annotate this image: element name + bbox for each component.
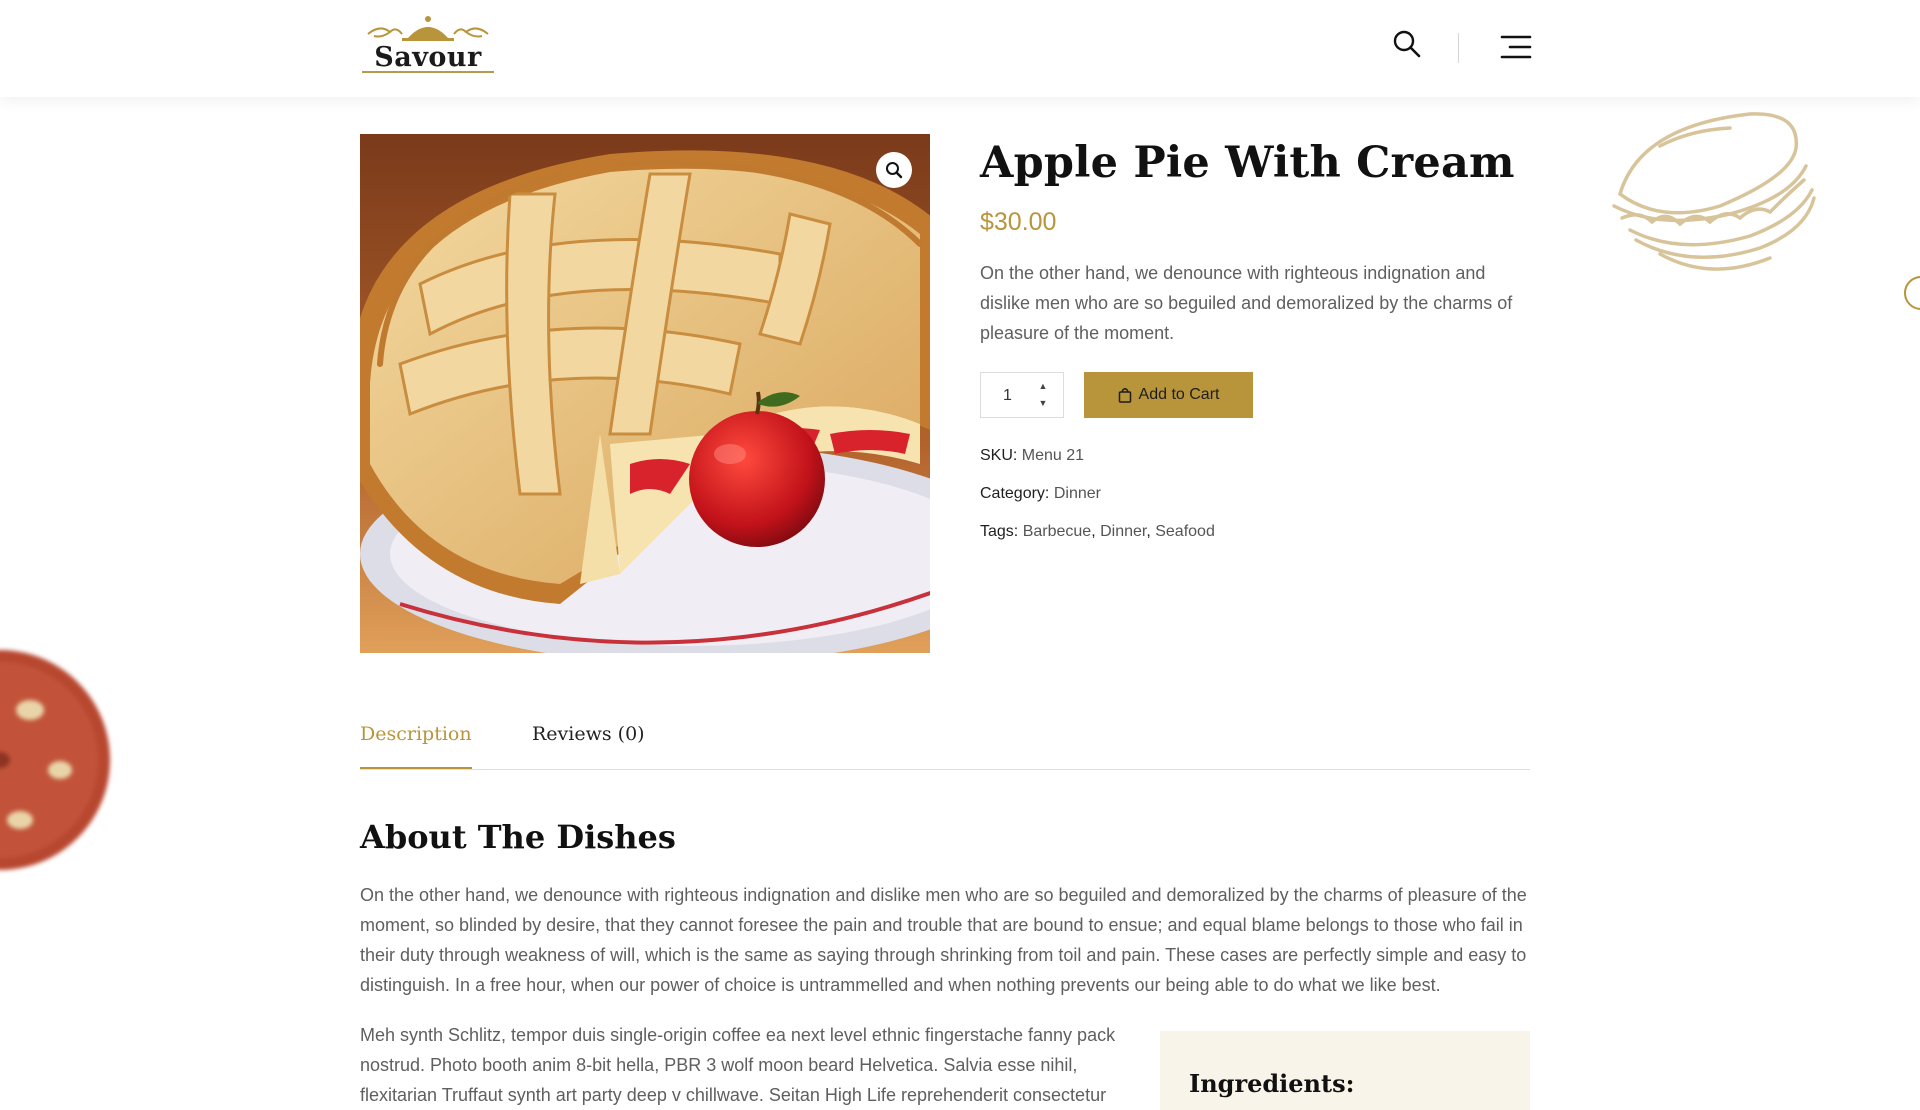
ingredients-heading: Ingredients: bbox=[1189, 1069, 1355, 1098]
tab-reviews[interactable]: Reviews (0) bbox=[532, 723, 645, 745]
zoom-icon bbox=[886, 162, 903, 179]
add-to-cart-label: Add to Cart bbox=[1138, 386, 1220, 403]
bag-icon bbox=[1118, 388, 1131, 403]
cloche-logo-icon bbox=[367, 16, 489, 41]
product-short-description: On the other hand, we denounce with righ… bbox=[980, 263, 1513, 343]
pizza-illustration bbox=[0, 650, 110, 870]
logo-text: Savour bbox=[374, 42, 482, 73]
product-title: Apple Pie With Cream bbox=[980, 138, 1515, 188]
zoom-button[interactable] bbox=[876, 152, 912, 188]
tag-link[interactable]: Seafood bbox=[1155, 523, 1215, 540]
category-label: Category: bbox=[980, 485, 1050, 502]
side-scroll-button[interactable] bbox=[1904, 276, 1920, 310]
product-image[interactable] bbox=[360, 134, 930, 653]
product-price: $30.00 bbox=[980, 208, 1057, 236]
menu-button[interactable] bbox=[1498, 34, 1532, 60]
about-paragraph: On the other hand, we denounce with righ… bbox=[360, 885, 1527, 995]
product-category: Category: Dinner bbox=[980, 485, 1101, 503]
tag-link[interactable]: Dinner bbox=[1100, 523, 1146, 540]
search-button[interactable] bbox=[1392, 29, 1422, 59]
logo-underline bbox=[362, 71, 494, 73]
tags-label: Tags: bbox=[980, 523, 1019, 540]
product-tabs: Description Reviews (0) bbox=[360, 713, 1530, 770]
quantity-stepper[interactable]: 1 ▲ ▼ bbox=[980, 372, 1064, 418]
quantity-value[interactable]: 1 bbox=[1003, 387, 1012, 405]
sku-label: SKU: bbox=[980, 447, 1018, 464]
add-to-cart-button[interactable]: Add to Cart bbox=[1084, 372, 1253, 418]
tab-description[interactable]: Description bbox=[360, 723, 472, 769]
ingredients-panel: Ingredients: bbox=[1160, 1031, 1530, 1110]
search-icon bbox=[1393, 30, 1421, 58]
product-sku: SKU: Menu 21 bbox=[980, 447, 1084, 465]
sku-value: Menu 21 bbox=[1021, 447, 1085, 464]
secondary-paragraph: Meh synth Schlitz, tempor duis single-or… bbox=[360, 1025, 1116, 1105]
caret-up-icon[interactable]: ▲ bbox=[1031, 379, 1055, 394]
sandwich-illustration bbox=[1612, 112, 1816, 271]
apple-pie-image bbox=[360, 134, 930, 653]
product-tags: Tags: Barbecue, Dinner, Seafood bbox=[980, 523, 1215, 540]
tag-link[interactable]: Barbecue bbox=[1023, 523, 1092, 540]
hamburger-menu-icon bbox=[1500, 35, 1532, 59]
site-header: Savour bbox=[0, 0, 1920, 97]
header-divider bbox=[1458, 33, 1459, 63]
about-heading: About The Dishes bbox=[360, 818, 676, 856]
logo[interactable]: Savour bbox=[360, 12, 496, 74]
caret-down-icon[interactable]: ▼ bbox=[1031, 396, 1055, 411]
category-link[interactable]: Dinner bbox=[1054, 485, 1101, 502]
